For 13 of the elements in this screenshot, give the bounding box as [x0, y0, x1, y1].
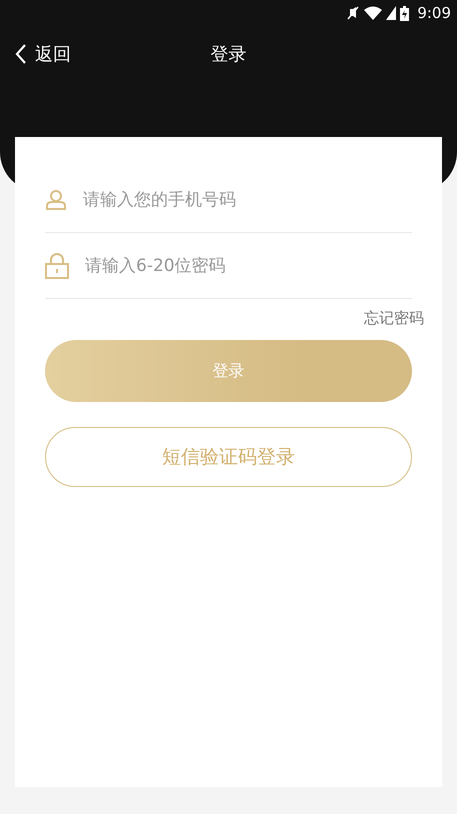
back-button[interactable]: 返回 [0, 42, 71, 66]
page-title: 登录 [210, 43, 246, 66]
status-time: 9:09 [417, 4, 451, 22]
battery-icon [400, 6, 410, 20]
back-icon [15, 44, 27, 64]
wifi-icon [364, 6, 382, 20]
input-field[interactable]: 请输入您的手机号码 [81, 188, 412, 210]
mute-icon [346, 6, 360, 20]
user-icon [45, 188, 67, 210]
lock-icon [45, 252, 69, 278]
input-field[interactable]: 请输入6-20位密码 [83, 254, 412, 276]
forgot-password-link[interactable]: 忘记密码 [364, 309, 424, 328]
signal-icon [386, 6, 396, 20]
